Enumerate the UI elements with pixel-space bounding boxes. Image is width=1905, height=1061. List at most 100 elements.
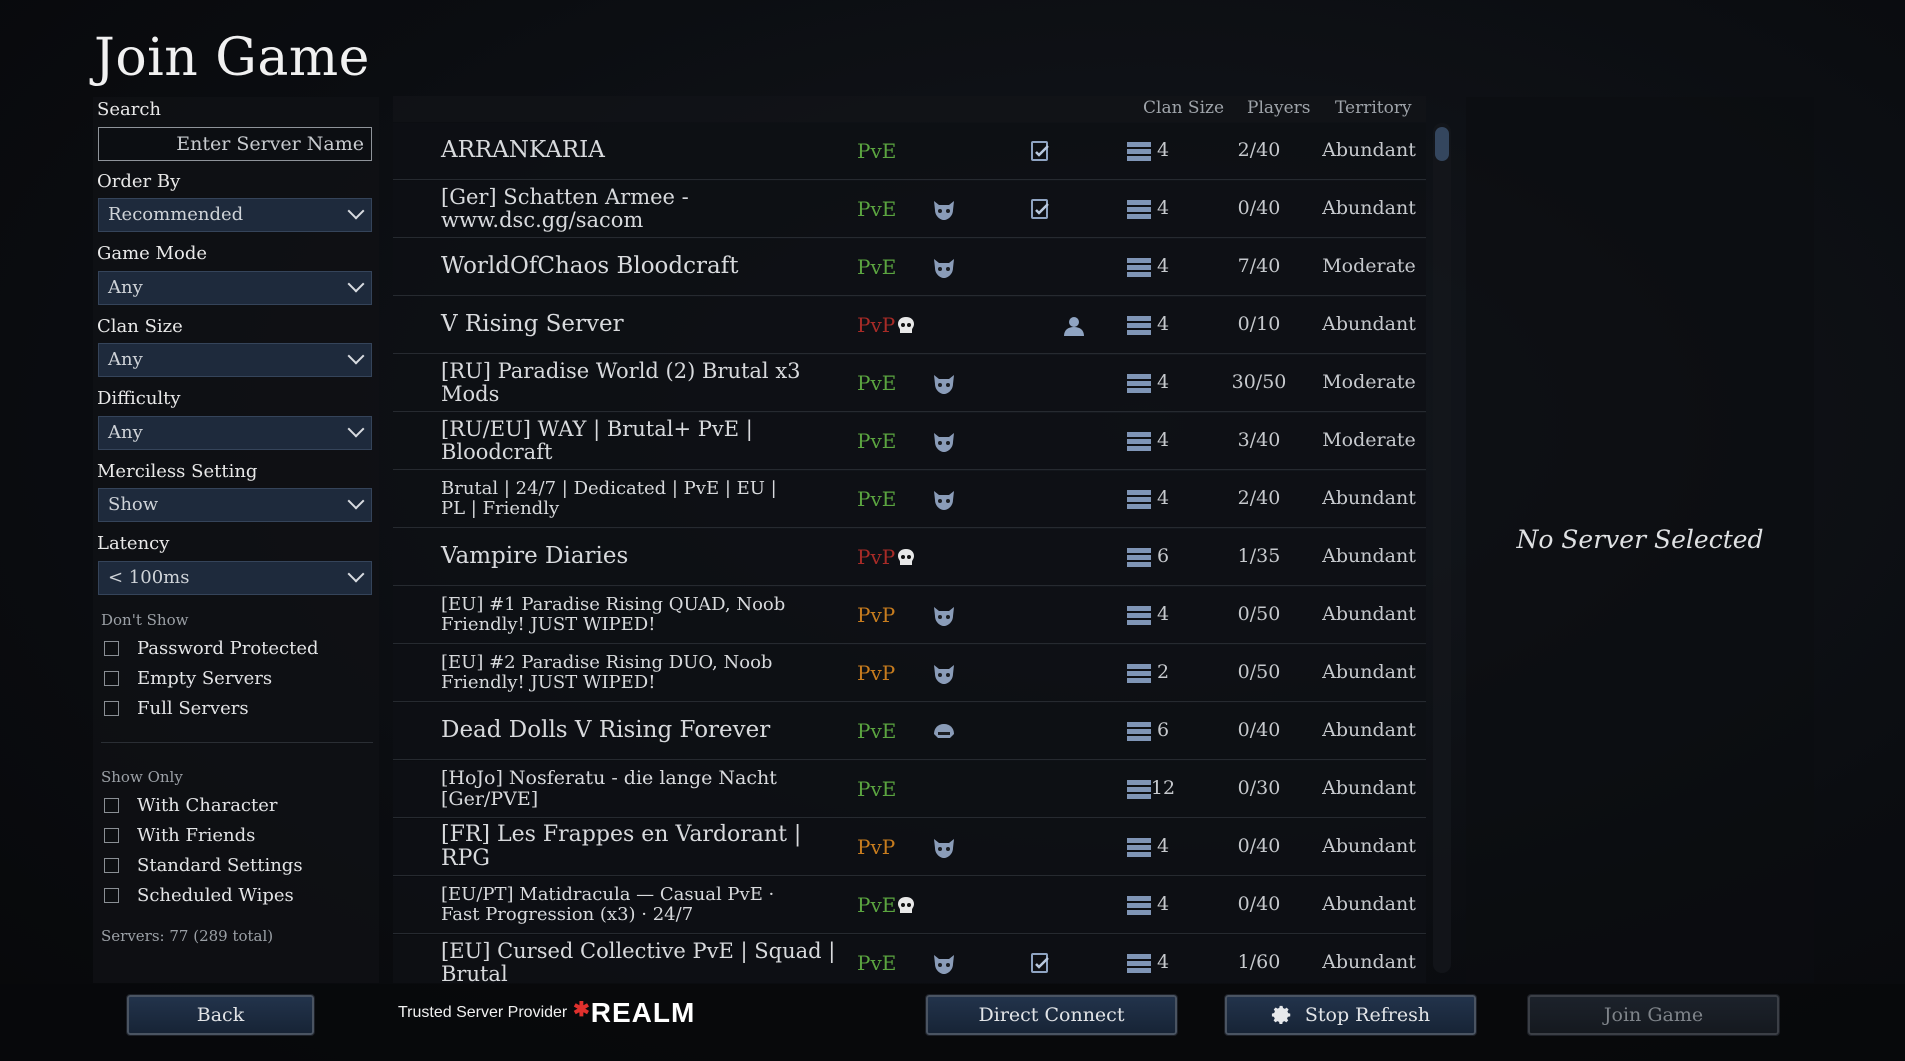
server-name: [EU] Cursed Collective PvE | Squad | Bru…	[441, 938, 836, 983]
game-mode-badge: PvP	[857, 603, 896, 627]
server-name: [Ger] Schatten Armee - www.dsc.gg/sacom	[441, 184, 689, 232]
territory-value: Abundant	[1322, 719, 1416, 741]
server-row[interactable]: [FR] Les Frappes en Vardorant | RPG PvP …	[393, 819, 1426, 876]
checkbox-box[interactable]	[104, 857, 119, 873]
checkbox-password-protected[interactable]: Password Protected	[104, 636, 319, 660]
back-button[interactable]: Back	[126, 994, 315, 1036]
servers-count: Servers: 77 (289 total)	[101, 927, 274, 945]
server-name: [FR] Les Frappes en Vardorant | RPG	[441, 821, 802, 871]
server-name: [EU] #1 Paradise Rising QUAD, Noob Frien…	[441, 594, 786, 635]
latency-label: Latency	[97, 533, 170, 554]
server-name: Dead Dolls V Rising Forever	[441, 717, 771, 744]
column-clan-size[interactable]: Clan Size	[1143, 98, 1224, 118]
checkbox-with-character[interactable]: With Character	[104, 793, 278, 817]
server-row[interactable]: [RU] Paradise World (2) Brutal x3 Mods P…	[393, 355, 1426, 412]
server-row[interactable]: [HoJo] Nosferatu - die lange Nacht [Ger/…	[393, 761, 1426, 818]
game-mode-badge: PvE	[857, 487, 897, 511]
server-detail-panel: No Server Selected	[1466, 97, 1814, 983]
server-name: Vampire Diaries	[441, 543, 629, 570]
checkbox-label: With Character	[137, 794, 278, 816]
server-row[interactable]: [EU] Cursed Collective PvE | Squad | Bru…	[393, 935, 1426, 983]
stop-refresh-button[interactable]: Stop Refresh	[1224, 994, 1477, 1036]
server-name: [RU/EU] WAY | Brutal+ PvE | Bloodcraft	[441, 416, 753, 464]
filters-divider	[101, 742, 373, 743]
latency-value: < 100ms	[108, 567, 190, 588]
checkbox-box[interactable]	[104, 670, 119, 686]
server-row[interactable]: [Ger] Schatten Armee - www.dsc.gg/sacom …	[393, 181, 1426, 238]
blood-moon-icon	[934, 433, 954, 452]
clan-size-select[interactable]: Any	[98, 343, 372, 377]
checkbox-label: Empty Servers	[137, 667, 273, 689]
clan-size-value: 4	[1156, 429, 1170, 451]
merciless-select[interactable]: Show	[98, 488, 372, 522]
server-list: ARRANKARIA PvE 4 2/40 Abundant [Ger] Sch…	[393, 123, 1426, 983]
checkbox-standard-settings[interactable]: Standard Settings	[104, 853, 303, 877]
territory-value: Abundant	[1322, 893, 1416, 915]
server-row[interactable]: ARRANKARIA PvE 4 2/40 Abundant	[393, 123, 1426, 180]
direct-connect-button[interactable]: Direct Connect	[925, 994, 1178, 1036]
server-row[interactable]: Brutal | 24/7 | Dedicated | PvE | EU | P…	[393, 471, 1426, 528]
server-list-header: Clan Size Players Territory	[393, 96, 1426, 122]
game-mode-badge: PvE	[857, 371, 897, 395]
server-row[interactable]: [EU] #2 Paradise Rising DUO, Noob Friend…	[393, 645, 1426, 702]
server-name: [EU] #2 Paradise Rising DUO, Noob Friend…	[441, 652, 773, 693]
realm-logo[interactable]: ✱REALM	[573, 997, 695, 1029]
clan-size-value: Any	[108, 349, 143, 370]
server-list-scrollbar[interactable]	[1433, 123, 1451, 973]
game-mode-badge: PvE	[857, 719, 897, 743]
column-territory[interactable]: Territory	[1335, 98, 1412, 118]
blood-moon-icon	[934, 665, 954, 684]
clan-size-value: 12	[1150, 777, 1176, 799]
server-row[interactable]: [RU/EU] WAY | Brutal+ PvE | Bloodcraft P…	[393, 413, 1426, 470]
territory-value: Moderate	[1322, 255, 1416, 277]
territory-value: Moderate	[1322, 371, 1416, 393]
players-value: 0/10	[1237, 313, 1281, 335]
skull-icon	[898, 317, 914, 333]
clan-size-value: 4	[1156, 139, 1170, 161]
players-value: 3/40	[1237, 429, 1281, 451]
no-server-selected-text: No Server Selected	[1516, 525, 1764, 554]
checkbox-scheduled-wipes[interactable]: Scheduled Wipes	[104, 883, 294, 907]
server-row[interactable]: [EU] #1 Paradise Rising QUAD, Noob Frien…	[393, 587, 1426, 644]
checkbox-box[interactable]	[104, 640, 119, 656]
game-mode-badge: PvE	[857, 777, 897, 801]
scrollbar-thumb[interactable]	[1435, 127, 1449, 161]
server-row[interactable]: Vampire Diaries PvP 6 1/35 Abundant	[393, 529, 1426, 586]
checkbox-box[interactable]	[104, 700, 119, 716]
game-mode-badge: PvE	[857, 255, 897, 279]
order-by-select[interactable]: Recommended	[98, 198, 372, 232]
checkbox-with-friends[interactable]: With Friends	[104, 823, 255, 847]
order-by-value: Recommended	[108, 204, 244, 225]
join-game-button[interactable]: Join Game	[1527, 994, 1780, 1036]
checkbox-box[interactable]	[104, 887, 119, 903]
difficulty-select[interactable]: Any	[98, 416, 372, 450]
players-value: 0/40	[1237, 719, 1281, 741]
column-players[interactable]: Players	[1247, 98, 1311, 118]
players-value: 0/50	[1237, 603, 1281, 625]
server-name: V Rising Server	[441, 311, 624, 338]
checkbox-box[interactable]	[104, 827, 119, 843]
players-value: 0/30	[1237, 777, 1281, 799]
server-row[interactable]: Dead Dolls V Rising Forever PvE 6 0/40 A…	[393, 703, 1426, 760]
checkbox-empty-servers[interactable]: Empty Servers	[104, 666, 272, 690]
game-mode-badge: PvE	[857, 139, 897, 163]
server-row[interactable]: [EU/PT] Matidracula — Casual PvE · Fast …	[393, 877, 1426, 934]
blood-moon-icon	[934, 259, 954, 278]
chevron-down-icon	[347, 275, 365, 293]
skull-icon	[898, 549, 914, 565]
players-value: 0/40	[1237, 835, 1281, 857]
latency-select[interactable]: < 100ms	[98, 561, 372, 595]
server-row[interactable]: WorldOfChaos Bloodcraft PvE 4 7/40 Moder…	[393, 239, 1426, 296]
game-mode-select[interactable]: Any	[98, 271, 372, 305]
checkbox-box[interactable]	[104, 797, 119, 813]
blood-moon-icon	[934, 375, 954, 394]
territory-value: Abundant	[1322, 777, 1416, 799]
blood-moon-icon	[934, 955, 954, 974]
clan-size-value: 4	[1156, 197, 1170, 219]
territory-value: Abundant	[1322, 313, 1416, 335]
server-row[interactable]: V Rising Server PvP 4 0/10 Abundant	[393, 297, 1426, 354]
search-input[interactable]: Enter Server Name	[98, 127, 372, 161]
territory-value: Abundant	[1322, 197, 1416, 219]
checkbox-full-servers[interactable]: Full Servers	[104, 696, 249, 720]
gear-icon	[1271, 1005, 1291, 1024]
